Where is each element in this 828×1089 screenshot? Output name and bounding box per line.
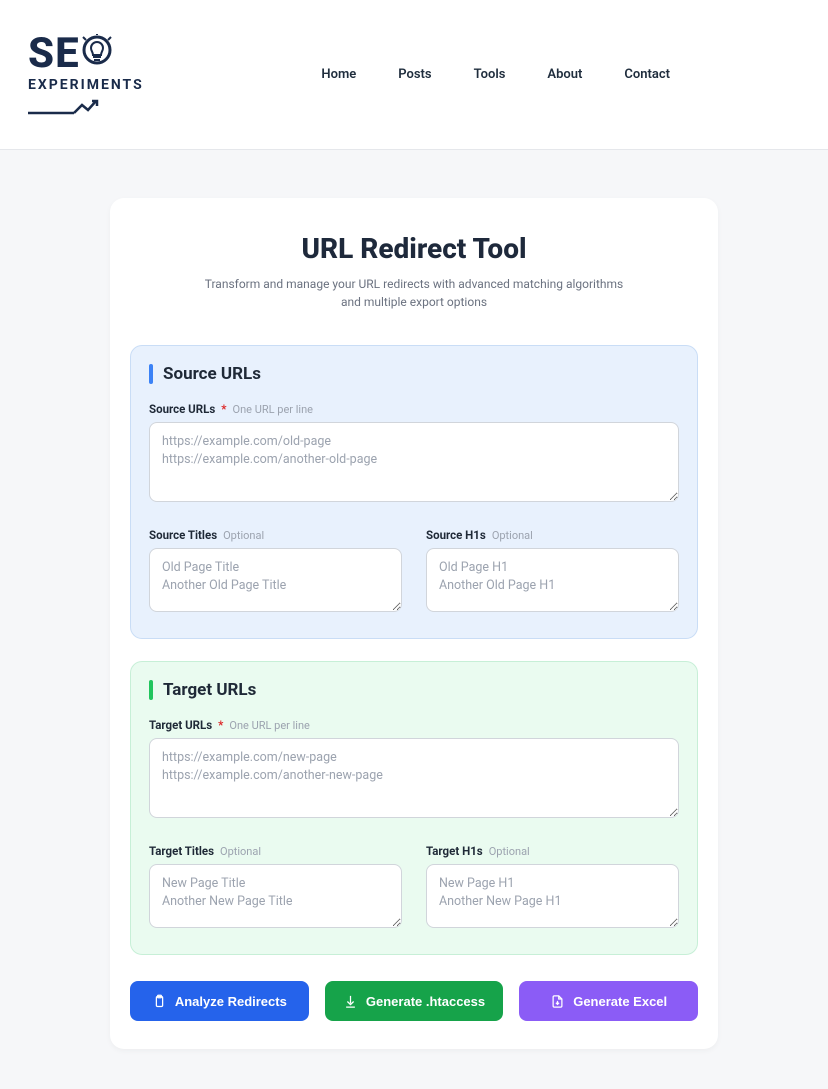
source-titles-input[interactable] (149, 548, 402, 612)
site-logo[interactable]: SE EXPERIMENTS (28, 33, 144, 117)
logo-word-experiments: EXPERIMENTS (28, 77, 144, 93)
main-nav: Home Posts Tools About Contact (321, 67, 800, 82)
main-content: URL Redirect Tool Transform and manage y… (0, 150, 828, 1089)
source-panel-title: Source URLs (149, 364, 679, 384)
action-buttons: Analyze Redirects Generate .htaccess Gen… (130, 981, 698, 1021)
source-h1s-label: Source H1s Optional (426, 528, 679, 542)
target-heading: Target URLs (163, 680, 256, 700)
site-header: SE EXPERIMENTS Home Posts Tools About Co… (0, 0, 828, 150)
accent-bar (149, 364, 153, 384)
target-titles-label: Target Titles Optional (149, 844, 402, 858)
required-mark: * (218, 718, 223, 732)
nav-home[interactable]: Home (321, 67, 356, 82)
source-h1s-input[interactable] (426, 548, 679, 612)
target-urls-label: Target URLs * One URL per line (149, 718, 679, 732)
clipboard-icon (152, 994, 167, 1009)
source-urls-input[interactable] (149, 422, 679, 502)
logo-word-se: SE (28, 33, 80, 75)
source-heading: Source URLs (163, 364, 261, 384)
required-mark: * (221, 402, 226, 416)
source-titles-label: Source Titles Optional (149, 528, 402, 542)
nav-about[interactable]: About (547, 67, 582, 82)
file-download-icon (550, 994, 565, 1009)
target-panel: Target URLs Target URLs * One URL per li… (130, 661, 698, 955)
target-panel-title: Target URLs (149, 680, 679, 700)
generate-htaccess-button[interactable]: Generate .htaccess (325, 981, 504, 1021)
source-urls-label: Source URLs * One URL per line (149, 402, 679, 416)
target-titles-input[interactable] (149, 864, 402, 928)
generate-excel-button[interactable]: Generate Excel (519, 981, 698, 1021)
target-h1s-input[interactable] (426, 864, 679, 928)
accent-bar (149, 680, 153, 700)
tool-card: URL Redirect Tool Transform and manage y… (110, 198, 718, 1049)
lightbulb-o-icon (80, 34, 114, 74)
download-icon (343, 994, 358, 1009)
page-subtitle: Transform and manage your URL redirects … (204, 275, 624, 311)
nav-contact[interactable]: Contact (624, 67, 670, 82)
nav-posts[interactable]: Posts (398, 67, 431, 82)
target-urls-input[interactable] (149, 738, 679, 818)
nav-tools[interactable]: Tools (474, 67, 506, 82)
chart-line-icon (28, 99, 100, 117)
page-title: URL Redirect Tool (130, 232, 698, 265)
analyze-redirects-button[interactable]: Analyze Redirects (130, 981, 309, 1021)
target-h1s-label: Target H1s Optional (426, 844, 679, 858)
source-panel: Source URLs Source URLs * One URL per li… (130, 345, 698, 639)
